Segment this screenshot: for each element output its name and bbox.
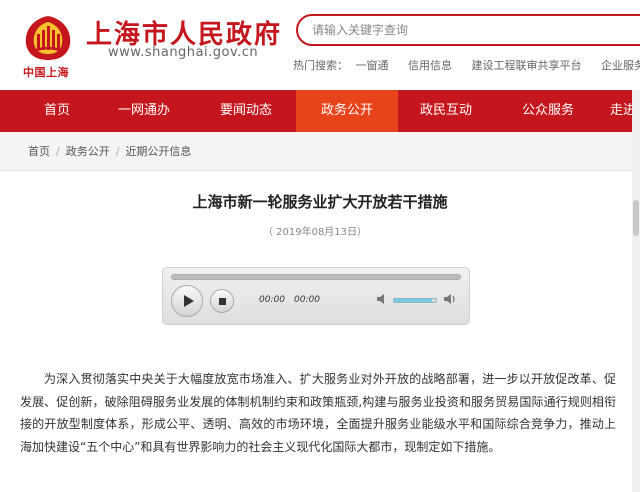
nav-item-one-net-service[interactable]: 一网通办 (100, 90, 188, 132)
play-button[interactable] (171, 285, 203, 317)
scrollbar-thumb[interactable] (633, 200, 639, 236)
hot-search-link[interactable]: 信用信息 (408, 59, 452, 72)
article-body: 为深入贯彻落实中央关于大幅度放宽市场准入、扩大服务业对外开放的战略部署，进一步以… (20, 372, 616, 454)
volume-slider[interactable] (393, 298, 437, 303)
hot-search-label: 热门搜索： (293, 59, 348, 72)
breadcrumb-separator: / (115, 145, 120, 158)
page-scrollbar[interactable] (632, 90, 640, 492)
mute-icon[interactable] (376, 293, 390, 305)
breadcrumb-recent-info[interactable]: 近期公开信息 (125, 145, 191, 158)
volume-max-icon[interactable] (443, 293, 457, 305)
nav-item-public-service[interactable]: 公众服务 (500, 90, 596, 132)
breadcrumb: 首页 / 政务公开 / 近期公开信息 (0, 132, 640, 171)
emblem-label: 中国上海 (23, 66, 69, 79)
breadcrumb-gov-affairs[interactable]: 政务公开 (66, 145, 110, 158)
site-header: 中国上海 上海市人民政府 www.shanghai.gov.cn 热门搜索： 一… (0, 0, 640, 90)
current-time: 00:00 (259, 295, 285, 305)
audio-player: 00:00 00:00 (162, 267, 470, 325)
shanghai-emblem-icon[interactable] (20, 14, 76, 62)
hot-search-link[interactable]: 一窗通 (356, 59, 389, 72)
breadcrumb-separator: / (56, 145, 60, 158)
nav-item-gov-affairs[interactable]: 政务公开 (296, 90, 398, 132)
article-date: （ 2019年08月13日） (262, 227, 368, 238)
nav-item-home[interactable]: 首页 (14, 90, 100, 132)
hot-search-link[interactable]: 企业服务云 (601, 59, 640, 72)
breadcrumb-home[interactable]: 首页 (28, 145, 50, 158)
stop-button[interactable] (210, 289, 234, 313)
search-input[interactable] (296, 14, 640, 46)
hot-search-row: 热门搜索： 一窗通 信用信息 建设工程联审共享平台 企业服务云 (293, 57, 640, 73)
nav-item-news[interactable]: 要闻动态 (196, 90, 296, 132)
nav-item-interaction[interactable]: 政民互动 (398, 90, 494, 132)
site-url: www.shanghai.gov.cn (108, 45, 259, 60)
hot-search-link[interactable]: 建设工程联审共享平台 (472, 59, 582, 72)
article-title: 上海市新一轮服务业扩大开放若干措施 (192, 193, 448, 211)
duration-time: 00:00 (294, 295, 320, 305)
main-nav: 首页 一网通办 要闻动态 政务公开 政民互动 公众服务 走进 (0, 90, 640, 132)
audio-progress-bar[interactable] (171, 274, 461, 280)
